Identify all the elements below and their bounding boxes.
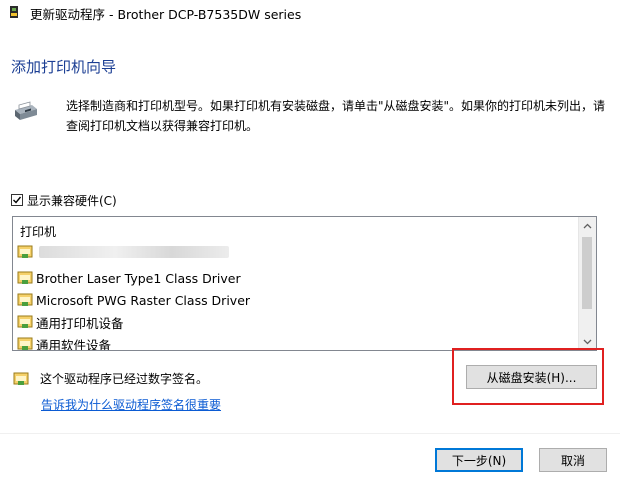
printer-list[interactable]: 打印机 Brother Laser Type1 Class Driver Mic… bbox=[12, 216, 597, 351]
compatible-hardware-label: 显示兼容硬件(C) bbox=[27, 193, 117, 208]
compatible-hardware-checkbox[interactable] bbox=[11, 194, 23, 206]
wizard-instructions: 选择制造商和打印机型号。如果打印机有安装磁盘，请单击"从磁盘安装"。如果你的打印… bbox=[66, 99, 606, 133]
checkmark-icon bbox=[13, 196, 22, 204]
scroll-thumb[interactable] bbox=[582, 237, 592, 309]
certified-driver-icon bbox=[17, 337, 33, 350]
certified-driver-icon bbox=[17, 293, 33, 306]
cancel-button[interactable]: 取消 bbox=[539, 448, 607, 472]
printer-list-header: 打印机 bbox=[20, 225, 57, 239]
wizard-heading: 添加打印机向导 bbox=[11, 58, 117, 76]
footer-divider bbox=[0, 433, 620, 434]
have-disk-button[interactable]: 从磁盘安装(H)... bbox=[466, 365, 597, 389]
list-item-label: 通用软件设备 bbox=[36, 337, 112, 351]
list-scrollbar[interactable] bbox=[578, 217, 596, 350]
printer-icon bbox=[15, 101, 37, 120]
certified-driver-icon bbox=[17, 245, 33, 258]
list-item[interactable]: Microsoft PWG Raster Class Driver bbox=[17, 290, 250, 310]
list-item-label: Microsoft PWG Raster Class Driver bbox=[36, 292, 251, 308]
chevron-down-icon bbox=[583, 339, 592, 344]
list-item[interactable] bbox=[17, 242, 229, 262]
chevron-up-icon bbox=[583, 223, 592, 228]
signature-status: 这个驱动程序已经过数字签名。 bbox=[40, 372, 209, 386]
certified-driver-icon bbox=[17, 315, 33, 328]
list-item-label: Brother Laser Type1 Class Driver bbox=[36, 270, 241, 286]
list-item[interactable]: 通用软件设备 bbox=[17, 334, 112, 351]
redacted-printer-name bbox=[39, 246, 229, 258]
signature-help-link[interactable]: 告诉我为什么驱动程序签名很重要 bbox=[41, 396, 221, 413]
printer-driver-icon bbox=[10, 6, 18, 18]
next-button[interactable]: 下一步(N) bbox=[435, 448, 523, 472]
list-item-label: 通用打印机设备 bbox=[36, 315, 124, 331]
show-compatible-hardware[interactable]: 显示兼容硬件(C) bbox=[11, 191, 117, 209]
certified-driver-icon bbox=[17, 271, 33, 284]
list-item[interactable]: Brother Laser Type1 Class Driver bbox=[17, 268, 241, 288]
certified-driver-icon bbox=[13, 372, 29, 385]
title-bar: 更新驱动程序 - Brother DCP-B7535DW series bbox=[0, 0, 620, 26]
window-title: 更新驱动程序 - Brother DCP-B7535DW series bbox=[30, 7, 302, 22]
list-item[interactable]: 通用打印机设备 bbox=[17, 312, 124, 332]
scroll-up-button[interactable] bbox=[579, 217, 596, 234]
